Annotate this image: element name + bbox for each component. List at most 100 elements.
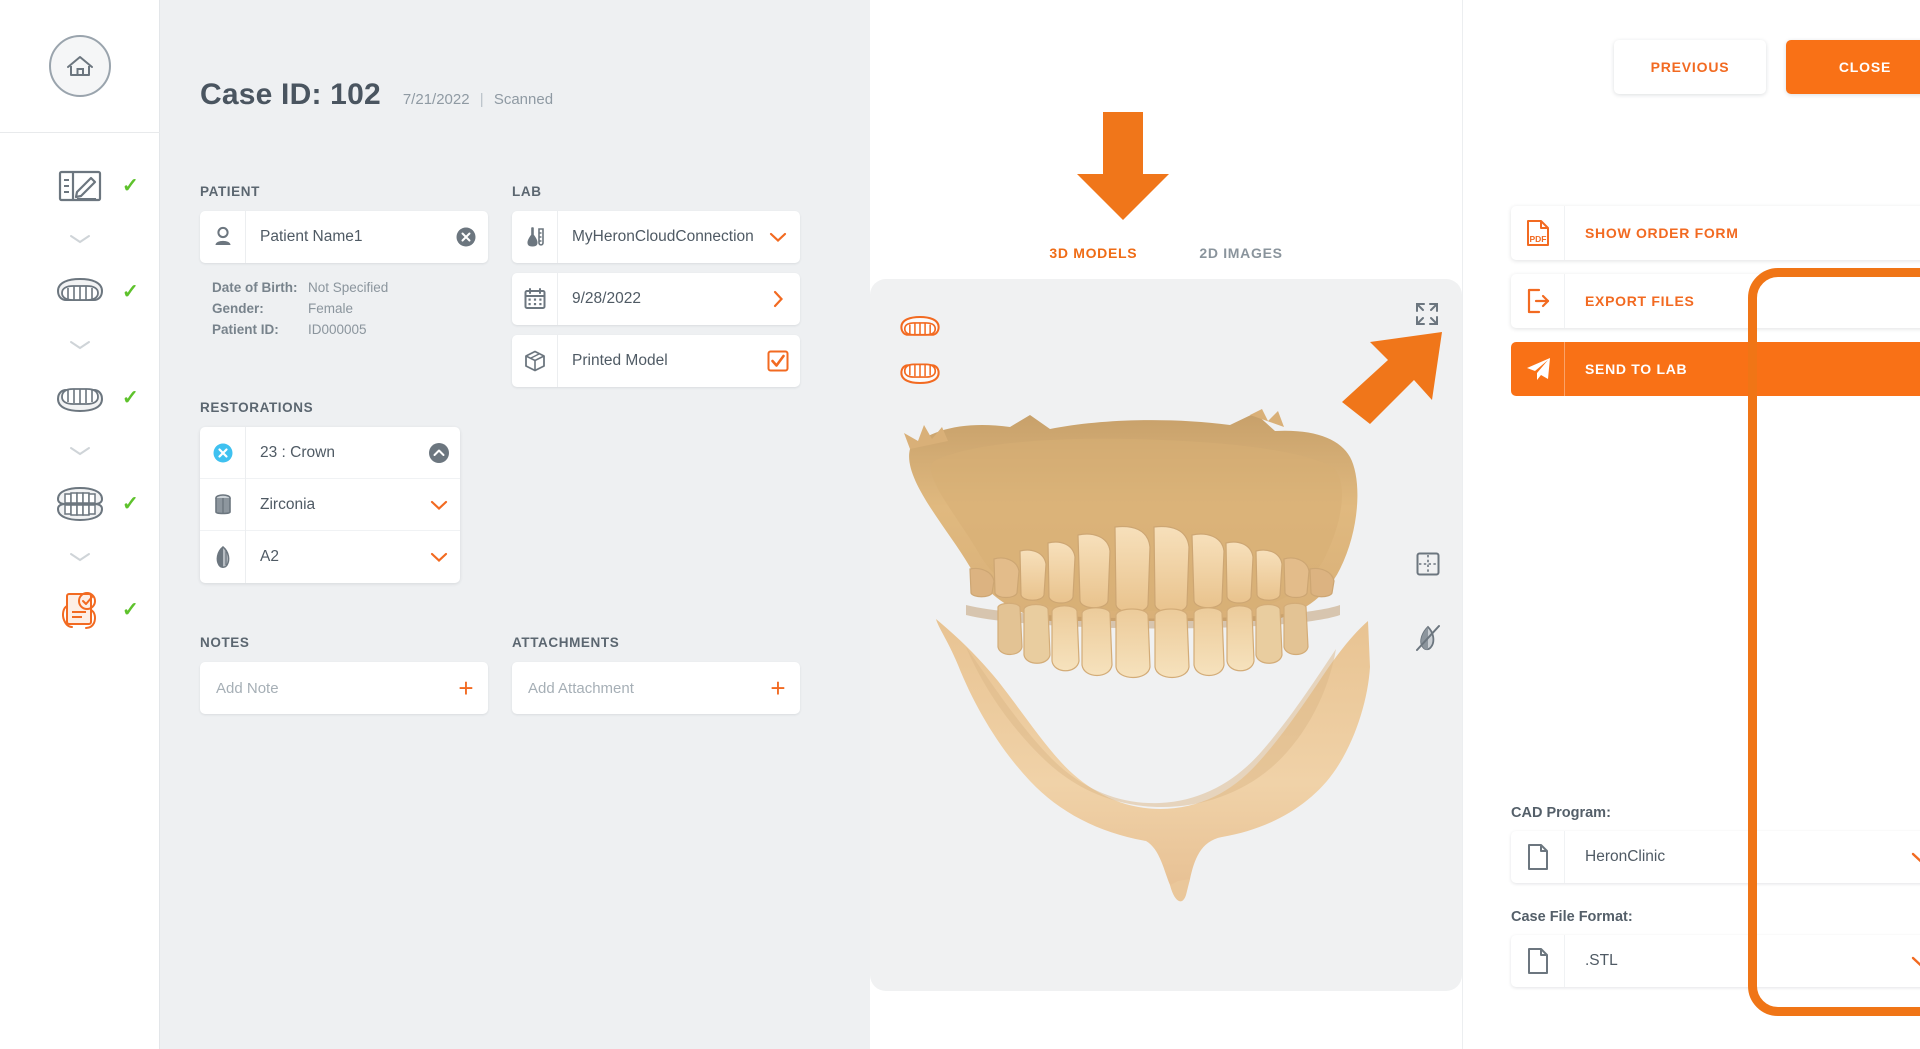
case-header: Case ID: 102 7/21/2022 | Scanned bbox=[160, 0, 870, 112]
chevron-down-icon bbox=[69, 235, 90, 244]
orange-arrow-up-right bbox=[1342, 332, 1442, 424]
remove-circle-icon[interactable] bbox=[200, 427, 246, 479]
case-meta-separator: | bbox=[479, 91, 484, 108]
actions-panel: PREVIOUS CLOSE PDF SHOW ORDER FORM EXPOR… bbox=[1462, 0, 1920, 1049]
document-icon bbox=[1511, 831, 1565, 883]
document-icon bbox=[1511, 935, 1565, 987]
previous-button[interactable]: PREVIOUS bbox=[1614, 40, 1766, 94]
review-send-icon bbox=[49, 584, 111, 636]
page-title: Case ID: 102 bbox=[200, 78, 381, 111]
case-file-format-select[interactable]: .STL bbox=[1511, 935, 1920, 987]
restoration-material-row[interactable]: Zirconia bbox=[200, 478, 460, 531]
step-check-icon: ✓ bbox=[122, 175, 139, 197]
workflow-sidebar: ✓ ✓ ✓ ✓ ✓ bbox=[0, 0, 160, 1049]
send-plane-icon bbox=[1511, 342, 1565, 396]
detail-key: Gender: bbox=[212, 301, 264, 316]
send-to-lab-label: SEND TO LAB bbox=[1585, 361, 1688, 377]
form-edit-icon bbox=[49, 160, 111, 212]
viewer-tabs: 3D MODELS 2D IMAGES bbox=[1049, 245, 1282, 261]
attachments-section-label: ATTACHMENTS bbox=[512, 635, 620, 650]
export-files-label: EXPORT FILES bbox=[1585, 293, 1695, 309]
sidebar-item-upper-scan[interactable]: ✓ bbox=[0, 261, 159, 323]
add-attachment-field[interactable]: Add Attachment + bbox=[512, 662, 800, 714]
export-settings: CAD Program: HeronClinic Case File Forma… bbox=[1511, 805, 1920, 1013]
notes-section: NOTES Add Note + bbox=[200, 635, 488, 714]
notes-section-label: NOTES bbox=[200, 635, 250, 650]
detail-value: ID000005 bbox=[308, 322, 367, 337]
pdf-file-icon: PDF bbox=[1511, 206, 1565, 260]
lab-section-label: LAB bbox=[512, 184, 542, 199]
upper-arch-thumb-icon[interactable] bbox=[898, 315, 942, 341]
add-note-field[interactable]: Add Note + bbox=[200, 662, 488, 714]
cad-program-select[interactable]: HeronClinic bbox=[1511, 831, 1920, 883]
restoration-tooth-row[interactable]: 23 : Crown bbox=[200, 427, 460, 479]
chevron-down-icon[interactable] bbox=[1897, 851, 1920, 864]
step-check-icon: ✓ bbox=[122, 281, 139, 303]
home-button-wrap[interactable] bbox=[0, 0, 160, 133]
lower-arch-thumb-icon[interactable] bbox=[898, 359, 942, 385]
cad-program-label: CAD Program: bbox=[1511, 805, 1611, 821]
fullscreen-expand-icon[interactable] bbox=[1414, 301, 1440, 332]
restoration-material-value: Zirconia bbox=[260, 495, 316, 513]
chevron-up-icon[interactable] bbox=[418, 442, 460, 464]
cube-icon bbox=[512, 335, 558, 387]
patient-section: PATIENT Patient Name1 Date of Birth: Not… bbox=[200, 184, 488, 583]
due-date-row[interactable]: 9/28/2022 bbox=[512, 273, 800, 325]
patient-detail-row: Date of Birth: Not Specified bbox=[212, 277, 488, 298]
chevron-down-icon[interactable] bbox=[1897, 955, 1920, 968]
step-divider-4 bbox=[0, 535, 159, 579]
restoration-shade-value: A2 bbox=[260, 548, 279, 565]
detail-key: Date of Birth: bbox=[212, 280, 298, 295]
printed-model-row[interactable]: Printed Model bbox=[512, 335, 800, 387]
case-file-format-label: Case File Format: bbox=[1511, 909, 1633, 925]
chevron-down-icon[interactable] bbox=[418, 499, 460, 511]
checkbox-checked-icon[interactable] bbox=[756, 349, 800, 373]
step-divider-3 bbox=[0, 429, 159, 473]
patient-detail-row: Patient ID: ID000005 bbox=[212, 319, 488, 340]
lab-connection-row[interactable]: MyHeronCloudConnection bbox=[512, 211, 800, 263]
chevron-right-icon[interactable] bbox=[756, 290, 800, 308]
sidebar-item-bite-scan[interactable]: ✓ bbox=[0, 473, 159, 535]
show-order-form-button[interactable]: PDF SHOW ORDER FORM bbox=[1511, 206, 1920, 260]
patient-name-field[interactable]: Patient Name1 bbox=[200, 211, 488, 263]
case-detail-screen: ✓ ✓ ✓ ✓ ✓ Case ID: 102 7/21/2022 | Scann… bbox=[0, 0, 1920, 1049]
send-to-lab-button[interactable]: SEND TO LAB bbox=[1511, 342, 1920, 396]
lab-connection-value: MyHeronCloudConnection bbox=[572, 228, 754, 245]
plus-icon[interactable]: + bbox=[756, 675, 800, 701]
step-check-icon: ✓ bbox=[122, 599, 139, 621]
restorations-section-label: RESTORATIONS bbox=[200, 400, 314, 415]
tab-3d-models[interactable]: 3D MODELS bbox=[1049, 245, 1137, 261]
sidebar-item-lower-scan[interactable]: ✓ bbox=[0, 367, 159, 429]
chevron-down-icon[interactable] bbox=[756, 231, 800, 243]
svg-text:PDF: PDF bbox=[1529, 234, 1546, 244]
bite-arch-icon bbox=[49, 478, 111, 530]
shade-icon bbox=[200, 531, 246, 583]
attachments-section: ATTACHMENTS Add Attachment + bbox=[512, 635, 800, 714]
chevron-down-icon bbox=[69, 341, 90, 350]
tab-2d-images[interactable]: 2D IMAGES bbox=[1199, 245, 1282, 261]
lower-arch-icon bbox=[49, 372, 111, 424]
plus-icon[interactable]: + bbox=[444, 675, 488, 701]
clear-circle-icon[interactable] bbox=[444, 226, 488, 248]
close-button[interactable]: CLOSE bbox=[1786, 40, 1920, 94]
flask-icon bbox=[512, 211, 558, 263]
home-button[interactable] bbox=[48, 35, 111, 97]
dental-arch-3d-model[interactable] bbox=[870, 409, 1462, 919]
restoration-tooth-value: 23 : Crown bbox=[260, 443, 335, 461]
chevron-down-icon bbox=[69, 447, 90, 456]
printed-model-value: Printed Model bbox=[572, 352, 668, 369]
case-meta: 7/21/2022 | Scanned bbox=[403, 91, 553, 108]
upper-arch-icon bbox=[49, 266, 111, 318]
restoration-shade-row[interactable]: A2 bbox=[200, 531, 460, 583]
step-divider-1 bbox=[0, 217, 159, 261]
restorations-card: 23 : Crown Zirconia A2 bbox=[200, 427, 460, 583]
chevron-down-icon[interactable] bbox=[418, 551, 460, 563]
top-action-buttons: PREVIOUS CLOSE bbox=[1463, 0, 1920, 94]
sidebar-item-order-form[interactable]: ✓ bbox=[0, 155, 159, 217]
export-files-button[interactable]: EXPORT FILES bbox=[1511, 274, 1920, 328]
case-file-format-value: .STL bbox=[1585, 952, 1618, 969]
notes-attachments-row: NOTES Add Note + ATTACHMENTS Add Attachm… bbox=[160, 635, 870, 714]
sidebar-item-review-send[interactable]: ✓ bbox=[0, 579, 159, 641]
case-actions: PDF SHOW ORDER FORM EXPORT FILES SEND TO… bbox=[1511, 206, 1920, 396]
case-date: 7/21/2022 bbox=[402, 91, 470, 108]
